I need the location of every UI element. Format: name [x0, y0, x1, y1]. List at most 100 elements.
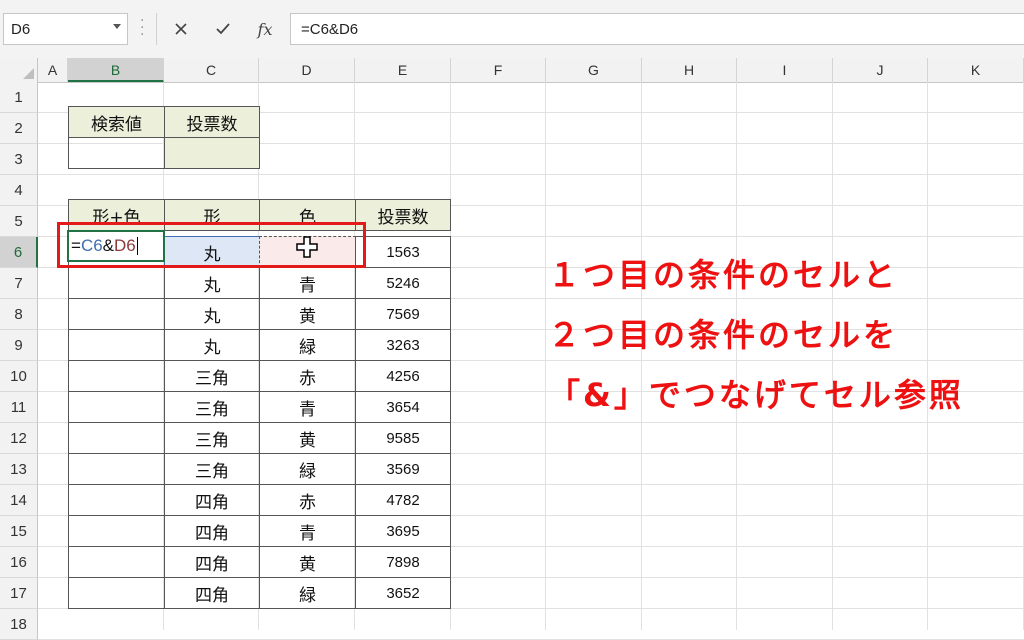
- cell-shape[interactable]: 四角: [164, 546, 260, 578]
- gridline-vertical: [736, 82, 737, 630]
- cell-shape[interactable]: 四角: [164, 577, 260, 609]
- cell-color[interactable]: 青: [259, 515, 356, 547]
- cell-color[interactable]: 緑: [259, 453, 356, 485]
- cell-votes[interactable]: 7569: [355, 298, 451, 330]
- formula-bar-divider: [156, 13, 157, 45]
- cell-votes[interactable]: 9585: [355, 422, 451, 454]
- cell-votes[interactable]: 4782: [355, 484, 451, 516]
- row-header-5[interactable]: 5: [0, 206, 38, 237]
- cell-shape-color[interactable]: [68, 298, 165, 330]
- row-header-4[interactable]: 4: [0, 175, 38, 206]
- cell-votes[interactable]: 3654: [355, 391, 451, 423]
- cell-color[interactable]: 青: [259, 391, 356, 423]
- row-header-11[interactable]: 11: [0, 392, 38, 423]
- row-header-13[interactable]: 13: [0, 454, 38, 485]
- cell-shape[interactable]: 三角: [164, 453, 260, 485]
- gridline-vertical: [545, 82, 546, 630]
- formula-bar: D6 · · · fx =C6&D6: [0, 0, 1024, 58]
- name-box-value: D6: [11, 21, 31, 38]
- cell-shape-color[interactable]: [68, 484, 165, 516]
- header-votes[interactable]: 投票数: [355, 199, 451, 231]
- row-header-6[interactable]: 6: [0, 237, 38, 268]
- column-header-a[interactable]: A: [38, 58, 68, 82]
- cell-votes[interactable]: 3652: [355, 577, 451, 609]
- formula-text: =C6&D6: [301, 21, 359, 38]
- cell-shape-color[interactable]: [68, 577, 165, 609]
- gridline-horizontal: [38, 174, 1024, 175]
- cell-shape[interactable]: 丸: [164, 329, 260, 361]
- cell-color[interactable]: 緑: [259, 577, 356, 609]
- cell-votes[interactable]: 1563: [355, 236, 451, 268]
- formula-input[interactable]: =C6&D6: [290, 13, 1024, 45]
- cell-color[interactable]: 緑: [259, 329, 356, 361]
- row-header-9[interactable]: 9: [0, 330, 38, 361]
- row-header-3[interactable]: 3: [0, 144, 38, 175]
- column-header-g[interactable]: G: [546, 58, 642, 82]
- cell-votes[interactable]: 3695: [355, 515, 451, 547]
- lookup-votes-value[interactable]: [164, 137, 260, 169]
- cell-color[interactable]: 黄: [259, 422, 356, 454]
- cell-shape[interactable]: 丸: [164, 298, 260, 330]
- annotation-line-2: ２つ目の条件のセルを: [548, 316, 899, 354]
- name-box[interactable]: D6: [3, 13, 128, 45]
- cell-color[interactable]: 黄: [259, 298, 356, 330]
- column-header-d[interactable]: D: [259, 58, 355, 82]
- column-header-e[interactable]: E: [355, 58, 451, 82]
- cell-color[interactable]: 青: [259, 267, 356, 299]
- cell-votes[interactable]: 3263: [355, 329, 451, 361]
- cell-shape[interactable]: 四角: [164, 484, 260, 516]
- cell-shape-color[interactable]: [68, 391, 165, 423]
- row-header-10[interactable]: 10: [0, 361, 38, 392]
- cell-color[interactable]: 黄: [259, 546, 356, 578]
- chevron-down-icon[interactable]: [113, 24, 121, 29]
- x-icon[interactable]: [166, 14, 196, 44]
- cell-shape-color[interactable]: [68, 453, 165, 485]
- column-header-c[interactable]: C: [164, 58, 259, 82]
- check-icon[interactable]: [208, 14, 238, 44]
- select-all-button[interactable]: [0, 58, 38, 82]
- more-options-icon[interactable]: · · ·: [140, 14, 144, 42]
- column-header-f[interactable]: F: [451, 58, 546, 82]
- row-header-7[interactable]: 7: [0, 268, 38, 299]
- cell-shape-color[interactable]: [68, 546, 165, 578]
- cell-votes[interactable]: 5246: [355, 267, 451, 299]
- row-header-12[interactable]: 12: [0, 423, 38, 454]
- cell-shape-color[interactable]: [68, 329, 165, 361]
- cell-shape-color[interactable]: [68, 422, 165, 454]
- cell-color[interactable]: 赤: [259, 484, 356, 516]
- row-header-14[interactable]: 14: [0, 485, 38, 516]
- cell-shape[interactable]: 三角: [164, 391, 260, 423]
- row-header-8[interactable]: 8: [0, 299, 38, 330]
- cell-shape[interactable]: 丸: [164, 267, 260, 299]
- gridline-vertical: [927, 82, 928, 630]
- cell-shape[interactable]: 四角: [164, 515, 260, 547]
- gridline-vertical: [641, 82, 642, 630]
- column-header-j[interactable]: J: [833, 58, 928, 82]
- cell-shape-color[interactable]: [68, 515, 165, 547]
- row-header-15[interactable]: 15: [0, 516, 38, 547]
- annotation-line-1: １つ目の条件のセルと: [548, 256, 899, 294]
- column-header-h[interactable]: H: [642, 58, 737, 82]
- lookup-header-search[interactable]: 検索値: [68, 106, 165, 138]
- row-header-2[interactable]: 2: [0, 113, 38, 144]
- row-header-16[interactable]: 16: [0, 547, 38, 578]
- column-header-k[interactable]: K: [928, 58, 1024, 82]
- annotation-line-3: 「&」でつなげてセル参照: [548, 376, 964, 414]
- gridline-vertical: [832, 82, 833, 630]
- cell-shape[interactable]: 三角: [164, 360, 260, 392]
- lookup-header-votes[interactable]: 投票数: [164, 106, 260, 138]
- column-header-b[interactable]: B: [68, 58, 164, 82]
- lookup-search-value[interactable]: [68, 137, 165, 169]
- row-header-17[interactable]: 17: [0, 578, 38, 609]
- row-header-18[interactable]: 18: [0, 609, 38, 640]
- cell-shape[interactable]: 三角: [164, 422, 260, 454]
- column-header-i[interactable]: I: [737, 58, 833, 82]
- row-header-1[interactable]: 1: [0, 82, 38, 113]
- cell-color[interactable]: 赤: [259, 360, 356, 392]
- cell-votes[interactable]: 3569: [355, 453, 451, 485]
- cell-votes[interactable]: 7898: [355, 546, 451, 578]
- cell-shape-color[interactable]: [68, 360, 165, 392]
- insert-function-button[interactable]: fx: [250, 14, 280, 44]
- cell-votes[interactable]: 4256: [355, 360, 451, 392]
- cell-shape-color[interactable]: [68, 267, 165, 299]
